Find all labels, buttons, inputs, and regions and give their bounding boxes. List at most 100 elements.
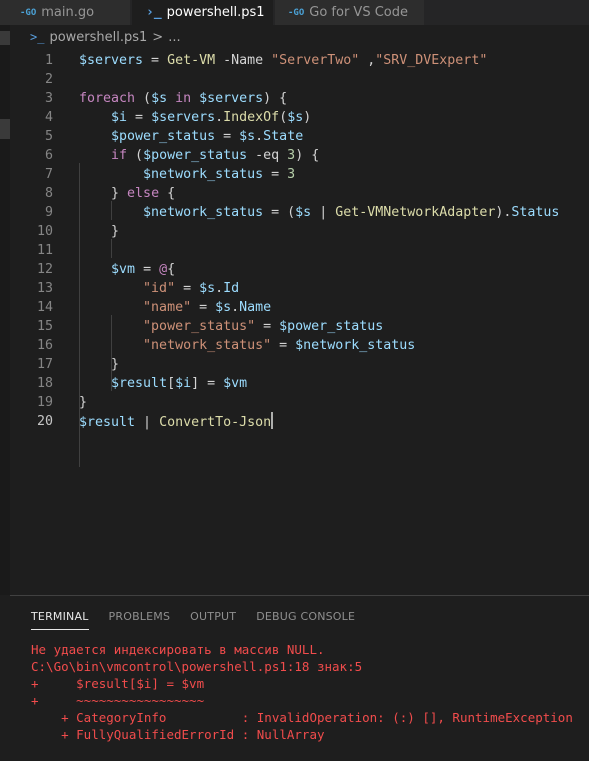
code-text: $servers = Get-VM -Name "ServerTwo" ,"SR… xyxy=(79,51,487,70)
powershell-file-icon: >_ xyxy=(30,30,45,44)
code-line[interactable]: 15 "power_status" = $power_status xyxy=(10,317,589,336)
line-number: 17 xyxy=(36,357,53,372)
code-text: foreach ($s in $servers) { xyxy=(79,89,287,108)
code-token: $power_status xyxy=(143,148,248,163)
breadcrumb-symbol[interactable]: ... xyxy=(168,30,180,45)
code-line[interactable]: 10 } xyxy=(10,222,589,241)
code-token: } xyxy=(79,357,120,372)
code-token: = xyxy=(127,110,152,125)
code-token: $s xyxy=(287,110,304,125)
code-line[interactable]: 9 $network_status = ($s | Get-VMNetworkA… xyxy=(10,203,589,222)
code-token: $result xyxy=(79,415,136,430)
code-token: $s xyxy=(215,300,232,315)
code-line[interactable]: 13 "id" = $s.Id xyxy=(10,279,589,298)
line-number: 9 xyxy=(44,205,53,220)
code-line[interactable]: 3 foreach ($s in $servers) { xyxy=(10,89,589,108)
code-token: $s xyxy=(199,281,216,296)
go-file-icon: -GO xyxy=(20,7,37,18)
code-token: $power_status xyxy=(111,129,216,144)
panel-tabs: TERMINAL PROBLEMS OUTPUT DEBUG CONSOLE xyxy=(31,610,375,630)
line-number: 7 xyxy=(44,167,53,182)
code-text: "name" = $s.Name xyxy=(79,298,271,317)
tab-problems[interactable]: PROBLEMS xyxy=(109,610,171,630)
code-line[interactable]: 5 $power_status = $s.State xyxy=(10,127,589,146)
code-token: $servers xyxy=(151,110,216,125)
code-token: "power_status" xyxy=(143,319,256,334)
code-token: ( xyxy=(127,148,144,163)
code-token: | xyxy=(135,415,160,430)
code-token: $power_status xyxy=(279,319,384,334)
code-line[interactable]: 19} xyxy=(10,393,589,412)
line-number: 3 xyxy=(44,91,53,106)
line-number: 4 xyxy=(44,110,53,125)
code-line[interactable]: 2 xyxy=(10,70,589,89)
tab-go-for-vscode[interactable]: -GO Go for VS Code xyxy=(275,0,425,25)
code-token: = xyxy=(271,338,296,353)
code-text: "network_status" = $network_status xyxy=(79,336,415,355)
code-token: $s xyxy=(295,205,312,220)
code-token: [ xyxy=(167,376,176,391)
tab-debug-console[interactable]: DEBUG CONSOLE xyxy=(256,610,355,630)
tab-label: Go for VS Code xyxy=(309,5,408,20)
tab-terminal[interactable]: TERMINAL xyxy=(31,610,89,630)
line-number: 11 xyxy=(36,243,53,258)
code-line[interactable]: 17 } xyxy=(10,355,589,374)
code-token: Id xyxy=(223,281,240,296)
code-token: $i xyxy=(175,376,192,391)
terminal-line: + CategoryInfo : InvalidOperation: (:) [… xyxy=(31,710,573,725)
line-number: 16 xyxy=(36,338,53,353)
code-token: Get-VM xyxy=(167,53,216,68)
code-line[interactable]: 11 xyxy=(10,241,589,260)
code-line[interactable]: 1 $servers = Get-VM -Name "ServerTwo" ,"S… xyxy=(10,51,589,70)
code-token: 3 xyxy=(287,148,296,163)
strip-marker xyxy=(0,31,10,45)
code-token: $s xyxy=(151,91,168,106)
breadcrumb-file[interactable]: powershell.ps1 xyxy=(49,30,147,45)
bottom-panel: TERMINAL PROBLEMS OUTPUT DEBUG CONSOLE Н… xyxy=(10,595,589,761)
code-line[interactable]: 6 if ($power_status -eq 3) { xyxy=(10,146,589,165)
code-line[interactable]: 18 $result[$i] = $vm xyxy=(10,374,589,393)
code-line[interactable]: 20 $result | ConvertTo-Json xyxy=(10,412,589,431)
code-line[interactable]: 14 "name" = $s.Name xyxy=(10,298,589,317)
terminal-line: Не удается индексировать в массив NULL. xyxy=(31,642,325,657)
code-token: ) xyxy=(303,110,312,125)
code-token: = xyxy=(191,300,216,315)
tab-powershell-ps1[interactable]: ›_ powershell.ps1 xyxy=(132,0,274,25)
code-token: $vm xyxy=(223,376,248,391)
code-line[interactable]: 8 } else { xyxy=(10,184,589,203)
tab-main-go[interactable]: -GO main.go xyxy=(0,0,131,25)
code-line[interactable]: 16 "network_status" = $network_status xyxy=(10,336,589,355)
code-token: if xyxy=(111,148,128,163)
tab-output[interactable]: OUTPUT xyxy=(190,610,236,630)
line-number: 8 xyxy=(44,186,53,201)
code-editor[interactable]: 1 $servers = Get-VM -Name "ServerTwo" ,"S… xyxy=(10,49,589,595)
code-text: } else { xyxy=(79,184,175,203)
code-token: = xyxy=(135,262,160,277)
line-number: 20 xyxy=(36,414,53,429)
code-token: Get-VMNetworkAdapter xyxy=(335,205,496,220)
code-text: $vm = @{ xyxy=(79,260,175,279)
code-token: "ServerTwo" xyxy=(271,53,360,68)
code-text: } xyxy=(79,355,119,374)
code-token: = xyxy=(215,129,240,144)
line-number: 13 xyxy=(36,281,53,296)
code-line[interactable]: 7 $network_status = 3 xyxy=(10,165,589,184)
line-number: 12 xyxy=(36,262,53,277)
code-token: @ xyxy=(159,262,168,277)
code-token: { xyxy=(159,186,176,201)
code-text: $result[$i] = $vm xyxy=(79,374,247,393)
code-line[interactable]: 12 $vm = @{ xyxy=(10,260,589,279)
terminal-output[interactable]: Не удается индексировать в массив NULL. … xyxy=(31,641,586,743)
code-token: Name xyxy=(239,300,272,315)
code-token: ). xyxy=(495,205,512,220)
code-line[interactable]: 4 $i = $servers.IndexOf($s) xyxy=(10,108,589,127)
text-cursor xyxy=(271,412,274,429)
code-token: Status xyxy=(511,205,560,220)
code-token: = xyxy=(175,281,200,296)
